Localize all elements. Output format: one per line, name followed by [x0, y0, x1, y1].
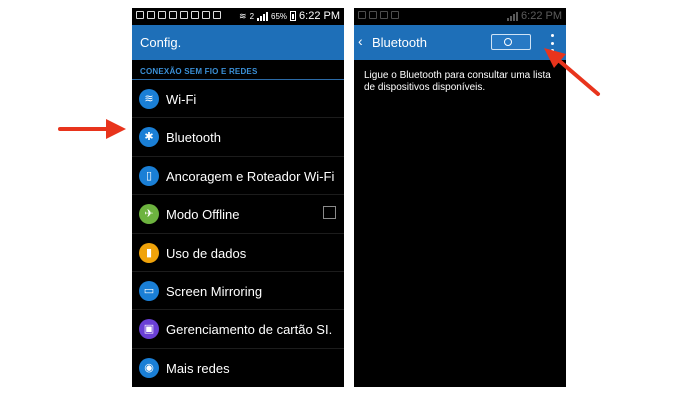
item-label: Mais redes [166, 360, 230, 376]
sim-card-icon: ▣ [139, 319, 159, 340]
notification-icon [358, 11, 366, 19]
section-header: CONEXÃO SEM FIO E REDES [132, 60, 344, 80]
notification-icon [391, 11, 399, 19]
app-bar: Config. [132, 25, 344, 60]
back-chevron-icon[interactable]: ‹ [358, 33, 363, 49]
page-title[interactable]: Bluetooth [372, 35, 427, 50]
settings-item-wifi[interactable]: ≋ Wi-Fi [132, 80, 344, 119]
item-label: Uso de dados [166, 245, 247, 261]
offline-mode-checkbox[interactable] [323, 206, 336, 220]
battery-percent: 65% [271, 11, 288, 21]
notification-icon [213, 11, 221, 19]
notification-icon [180, 11, 188, 19]
settings-item-sim-card[interactable]: ▣ Gerenciamento de cartão SI. [132, 310, 344, 349]
more-networks-icon: ◉ [139, 357, 159, 378]
item-label: Gerenciamento de cartão SI. [166, 322, 333, 338]
screen-mirroring-icon: ▭ [139, 280, 159, 301]
tethering-icon: ▯ [139, 165, 159, 186]
airplane-icon: ✈ [139, 204, 159, 225]
settings-item-bluetooth[interactable]: ✱ Bluetooth [132, 118, 344, 157]
sim-indicator: 2 [249, 11, 255, 21]
notification-icon [380, 11, 388, 19]
notification-icon [202, 11, 210, 19]
notification-icon [136, 11, 144, 19]
status-time: 6:22 PM [521, 10, 562, 22]
item-label: Modo Offline [166, 207, 240, 223]
item-label: Ancoragem e Roteador Wi-Fi [166, 168, 335, 184]
settings-item-screen-mirroring[interactable]: ▭ Screen Mirroring [132, 272, 344, 311]
item-label: Wi-Fi [166, 92, 197, 107]
notification-icon [169, 11, 177, 19]
annotation-arrow-left [58, 119, 126, 139]
settings-list: ≋ Wi-Fi ✱ Bluetooth ▯ Ancoragem e Rotead… [132, 80, 344, 387]
notification-icons [358, 11, 399, 19]
item-label: Screen Mirroring [166, 283, 263, 299]
bluetooth-toggle[interactable] [491, 34, 531, 50]
wifi-icon: ≋ [139, 89, 159, 109]
toggle-knob-icon [504, 38, 512, 46]
notification-icon [191, 11, 199, 19]
status-time: 6:22 PM [299, 10, 340, 22]
app-bar: ‹ Bluetooth [354, 25, 566, 60]
status-bar: ≋ 2 65% 6:22 PM [132, 8, 344, 25]
bluetooth-icon: ✱ [139, 127, 159, 148]
notification-icon [147, 11, 155, 19]
wifi-status-icon: ≋ [239, 10, 247, 21]
notification-icons [136, 11, 221, 19]
status-bar: 6:22 PM [354, 8, 566, 25]
page-title: Config. [140, 35, 182, 50]
annotation-arrow-right [544, 48, 600, 96]
settings-item-more-networks[interactable]: ◉ Mais redes [132, 349, 344, 387]
settings-item-tethering[interactable]: ▯ Ancoragem e Roteador Wi-Fi [132, 157, 344, 196]
settings-screen: ≋ 2 65% 6:22 PM Config. CONEXÃO SEM FIO … [132, 8, 344, 387]
battery-icon [290, 11, 297, 21]
settings-item-data-usage[interactable]: ▮ Uso de dados [132, 234, 344, 272]
settings-item-offline-mode[interactable]: ✈ Modo Offline [132, 195, 344, 234]
notification-icon [158, 11, 166, 19]
item-label: Bluetooth [166, 130, 221, 146]
bluetooth-off-message: Ligue o Bluetooth para consultar uma lis… [364, 70, 551, 93]
bluetooth-screen: 6:22 PM ‹ Bluetooth Ligue o Bluetooth pa… [354, 8, 566, 387]
data-usage-icon: ▮ [139, 242, 159, 263]
signal-icon [507, 11, 519, 21]
signal-icon [257, 11, 269, 21]
notification-icon [369, 11, 377, 19]
